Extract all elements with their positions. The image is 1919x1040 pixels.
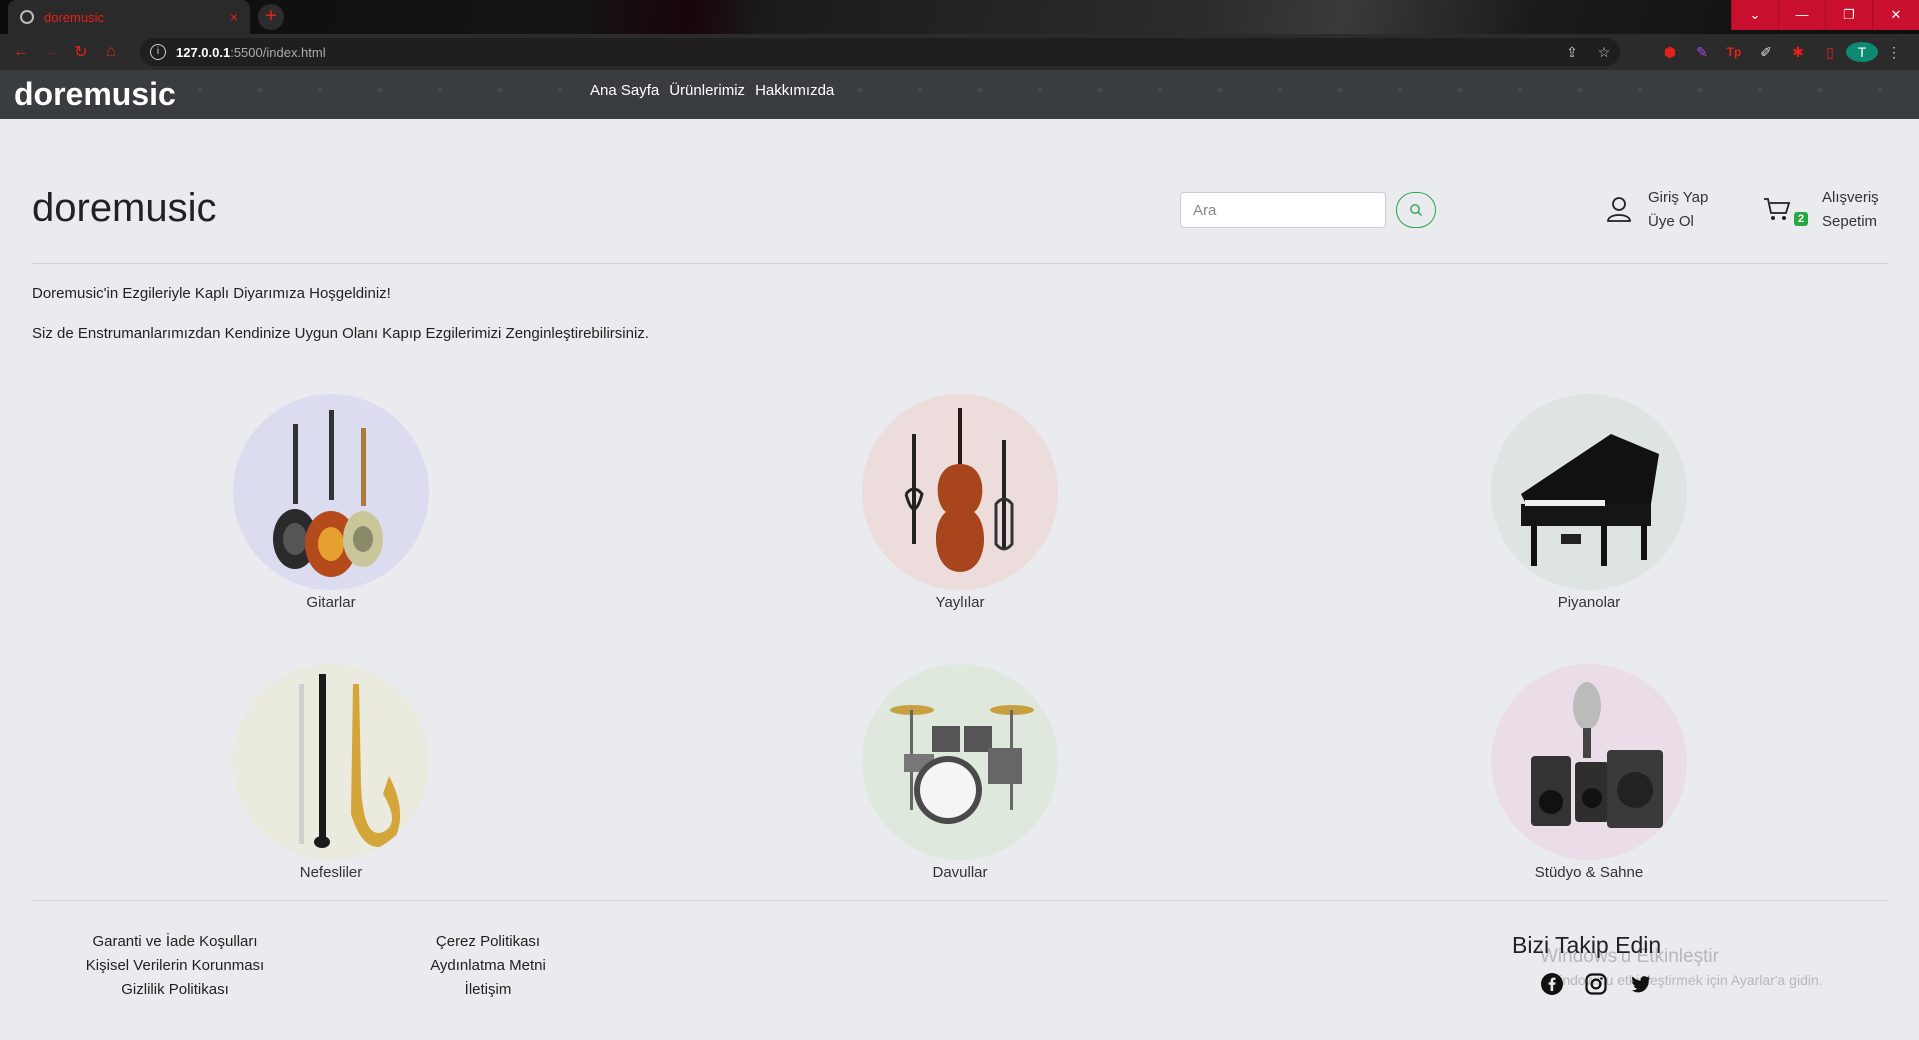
home-icon[interactable]: ⌂ [96, 43, 126, 61]
tab-title: doremusic [44, 9, 104, 25]
category-image-strings[interactable] [862, 394, 1058, 590]
footer-links-col1: Garanti ve İade Koşulları Kişisel Verile… [60, 930, 290, 1002]
category-label[interactable]: Davullar [860, 864, 1060, 881]
intro-description-text: Siz de Enstrumanlarımızdan Kendinize Uyg… [32, 325, 649, 342]
social-links [1540, 972, 1652, 996]
header-divider [32, 263, 1888, 264]
extension-shield-icon[interactable]: ⬢ [1654, 44, 1686, 61]
category-guitars[interactable]: Gitarlar [231, 394, 431, 611]
site-navbar: doremusic Ana Sayfa Ürünlerimiz Hakkımız… [0, 70, 1919, 119]
category-image-pianos[interactable] [1491, 394, 1687, 590]
category-pianos[interactable]: Piyanolar [1489, 394, 1689, 611]
category-drums[interactable]: Davullar [860, 664, 1060, 881]
browser-tab-strip: doremusic × + ⌄ — ❐ ✕ [0, 0, 1919, 34]
follow-us-title: Bizi Takip Edin [1512, 932, 1662, 958]
site-info-icon[interactable]: i [150, 44, 166, 60]
login-link[interactable]: Giriş Yap [1648, 186, 1708, 210]
menu-dots-icon[interactable]: ⋮ [1878, 44, 1910, 61]
browser-toolbar: ← → ↻ ⌂ i 127.0.0.1:5500/index.html ⇪ ☆ … [0, 34, 1919, 70]
site-logo[interactable]: doremusic [14, 76, 176, 113]
intro-welcome-text: Doremusic'in Ezgileriyle Kaplı Diyarımız… [32, 285, 391, 302]
side-panel-icon[interactable]: ▯ [1814, 44, 1846, 61]
saxophone-icon [299, 674, 401, 848]
window-controls: ⌄ — ❐ ✕ [1731, 0, 1919, 30]
url-host: 127.0.0.1 [176, 44, 231, 60]
search-icon [1410, 204, 1422, 217]
category-label[interactable]: Gitarlar [231, 594, 431, 611]
back-arrow-icon[interactable]: ← [6, 43, 36, 61]
category-label[interactable]: Piyanolar [1489, 594, 1689, 611]
globe-icon [20, 10, 34, 24]
footer-links-col2: Çerez Politikası Aydınlatma Metni İletiş… [388, 930, 588, 1002]
footer-link-disclosure[interactable]: Aydınlatma Metni [388, 954, 588, 978]
share-icon[interactable]: ⇪ [1556, 44, 1588, 61]
cart-label-line2: Sepetim [1822, 213, 1878, 230]
search-input[interactable] [1180, 192, 1386, 228]
cart-icon[interactable] [1762, 194, 1792, 224]
footer-link-privacy[interactable]: Gizlilik Politikası [60, 978, 290, 1002]
category-label[interactable]: Stüdyo & Sahne [1489, 864, 1689, 881]
footer-link-contact[interactable]: İletişim [388, 978, 588, 1002]
address-bar[interactable]: i 127.0.0.1:5500/index.html ⇪ ☆ [140, 38, 1620, 66]
forward-arrow-icon[interactable]: → [36, 43, 66, 61]
profile-avatar[interactable]: T [1846, 42, 1878, 62]
minimize-button[interactable]: — [1778, 0, 1825, 30]
category-image-studio[interactable] [1491, 664, 1687, 860]
new-tab-button[interactable]: + [258, 4, 284, 30]
restore-button[interactable]: ❐ [1825, 0, 1872, 30]
violin-icon [904, 408, 1014, 572]
footer-divider [32, 900, 1888, 901]
category-strings[interactable]: Yaylılar [860, 394, 1060, 611]
extensions-bar: ⬢ ✎ Tp ✐ ✱ ▯ T ⋮ [1654, 34, 1910, 70]
url-path: :5500/index.html [230, 44, 326, 60]
signup-link[interactable]: Üye Ol [1648, 210, 1708, 234]
category-label[interactable]: Yaylılar [860, 594, 1060, 611]
main-nav: Ana Sayfa Ürünlerimiz Hakkımızda [590, 82, 834, 99]
cart-label-line1: Alışveriş [1822, 189, 1879, 206]
extension-feather-icon[interactable]: ✎ [1686, 44, 1718, 61]
extension-tp-icon[interactable]: Tp [1718, 45, 1750, 59]
bookmark-star-icon[interactable]: ☆ [1588, 44, 1620, 61]
category-image-winds[interactable] [233, 664, 429, 860]
reload-icon[interactable]: ↻ [66, 42, 96, 62]
footer-link-cookies[interactable]: Çerez Politikası [388, 930, 588, 954]
extension-pen-icon[interactable]: ✐ [1750, 44, 1782, 61]
category-image-guitars[interactable] [233, 394, 429, 590]
footer-link-warranty[interactable]: Garanti ve İade Koşulları [60, 930, 290, 954]
guitar-icon [273, 410, 383, 577]
twitter-icon[interactable] [1628, 972, 1652, 996]
nav-link-about[interactable]: Hakkımızda [755, 82, 834, 99]
tab-close-icon[interactable]: × [230, 9, 238, 25]
close-window-button[interactable]: ✕ [1872, 0, 1919, 30]
extensions-puzzle-icon[interactable]: ✱ [1782, 44, 1814, 61]
instagram-icon[interactable] [1584, 972, 1608, 996]
category-image-drums[interactable] [862, 664, 1058, 860]
drum-kit-icon [890, 705, 1034, 824]
browser-tab[interactable]: doremusic × [8, 0, 250, 34]
nav-link-home[interactable]: Ana Sayfa [590, 82, 659, 99]
facebook-icon[interactable] [1540, 972, 1564, 996]
url-text: 127.0.0.1:5500/index.html [176, 45, 326, 60]
account-links: Giriş Yap Üye Ol [1648, 186, 1708, 234]
category-studio[interactable]: Stüdyo & Sahne [1489, 664, 1689, 881]
footer-link-kvkk[interactable]: Kişisel Verilerin Korunması [60, 954, 290, 978]
piano-icon [1521, 434, 1659, 566]
microphone-speaker-icon [1531, 682, 1663, 828]
search-button[interactable] [1396, 192, 1436, 228]
cart-count-badge: 2 [1794, 212, 1809, 226]
cart-link[interactable]: Alışveriş Sepetim [1822, 186, 1879, 234]
user-icon[interactable] [1604, 194, 1634, 224]
nav-link-products[interactable]: Ürünlerimiz [669, 82, 745, 99]
page-title: doremusic [32, 186, 217, 230]
category-label[interactable]: Nefesliler [231, 864, 431, 881]
category-winds[interactable]: Nefesliler [231, 664, 431, 881]
tab-search-button[interactable]: ⌄ [1731, 0, 1778, 30]
